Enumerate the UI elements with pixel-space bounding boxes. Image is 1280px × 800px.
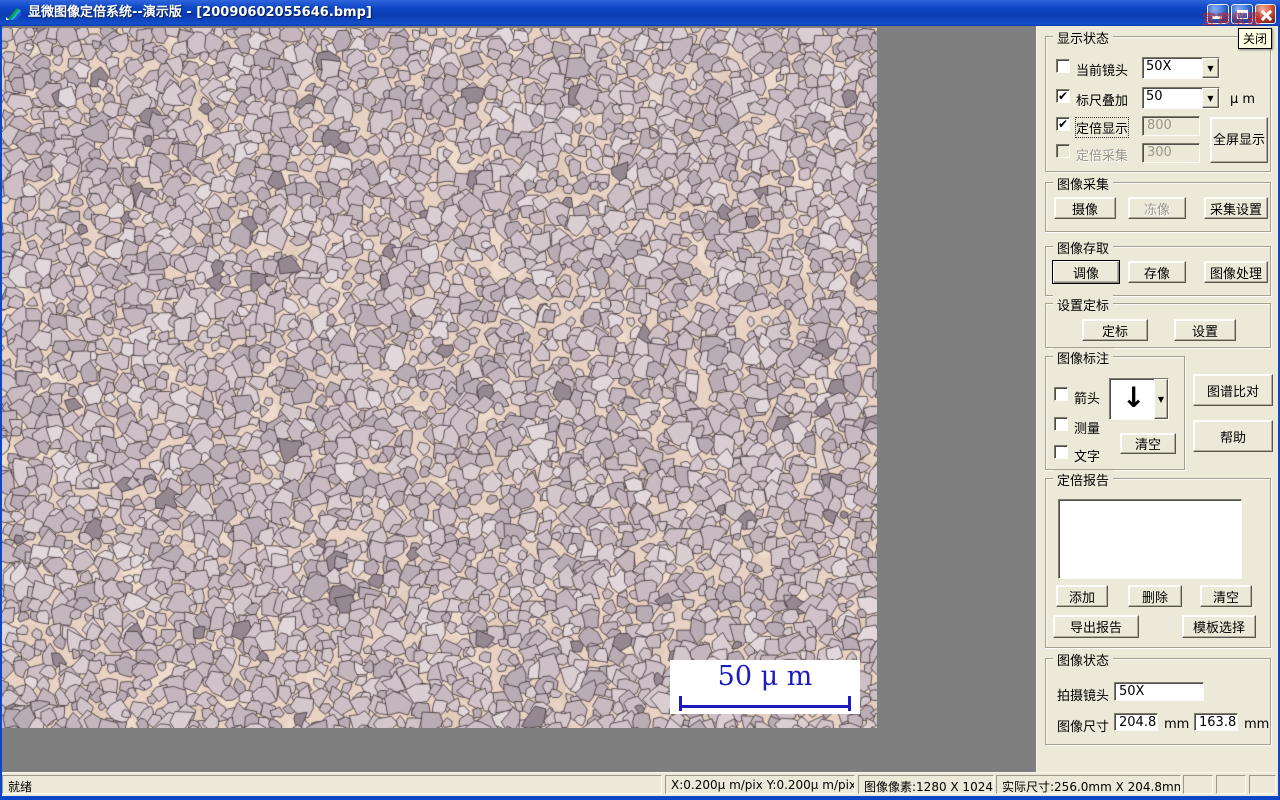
calibration-settings-button[interactable]: 设置 xyxy=(1174,319,1236,341)
status-spare-panel xyxy=(1249,775,1276,794)
group-calibration: 设置定标 定标 设置 xyxy=(1045,295,1271,348)
report-delete-button[interactable]: 删除 xyxy=(1128,585,1182,607)
group-title-image-status: 图像状态 xyxy=(1053,650,1114,669)
app-window: 显微图像定倍系统--演示版 - [20090602055646.bmp] 宜宾仪… xyxy=(0,0,1280,800)
arrow-checkbox[interactable] xyxy=(1054,387,1068,401)
scale-overlay-label: 标尺叠加 xyxy=(1076,94,1129,109)
fixed-display-label: 定倍显示 xyxy=(1074,117,1130,138)
group-image-capture: 图像采集 摄像 冻像 采集设置 xyxy=(1045,174,1271,232)
report-listbox[interactable] xyxy=(1058,499,1242,579)
arrow-label: 箭头 xyxy=(1074,392,1101,407)
capture-button[interactable]: 摄像 xyxy=(1054,197,1116,219)
report-template-button[interactable]: 模板选择 xyxy=(1182,615,1256,638)
report-add-button[interactable]: 添加 xyxy=(1056,585,1108,607)
group-title-display-status: 显示状态 xyxy=(1053,28,1114,47)
title-bar[interactable]: 显微图像定倍系统--演示版 - [20090602055646.bmp] xyxy=(0,0,1280,26)
group-title-image-capture: 图像采集 xyxy=(1053,174,1114,193)
status-spare-panel xyxy=(1183,775,1213,794)
image-height-field: 163.8 xyxy=(1194,713,1238,731)
status-spare-panel xyxy=(1216,775,1246,794)
status-ready: 就绪 xyxy=(2,775,662,794)
capture-settings-button[interactable]: 采集设置 xyxy=(1204,197,1268,219)
report-clear-button[interactable]: 清空 xyxy=(1200,585,1252,607)
current-lens-label: 当前镜头 xyxy=(1076,64,1129,79)
watermark-text: 宜宾仪器 xyxy=(1202,12,1262,28)
close-tooltip: 关闭 xyxy=(1238,28,1273,49)
workspace-background: 50 μ m 显示状态 当前镜头 50X ▼ ✔ 标尺叠加 50 ▼ μ m ✔… xyxy=(2,26,1278,772)
text-label: 文字 xyxy=(1074,450,1101,465)
window-title: 显微图像定倍系统--演示版 - [20090602055646.bmp] xyxy=(28,5,372,20)
capture-lens-label: 拍摄镜头 xyxy=(1057,689,1110,704)
chevron-down-icon[interactable]: ▼ xyxy=(1202,88,1219,108)
group-title-annotation: 图像标注 xyxy=(1053,348,1114,367)
group-image-status: 图像状态 拍摄镜头 50X 图像尺寸 204.8 mm 163.8 mm xyxy=(1045,650,1271,745)
atlas-compare-button[interactable]: 图谱比对 xyxy=(1193,374,1273,406)
fixed-capture-label: 定倍采集 xyxy=(1076,149,1129,164)
scale-unit-label: μ m xyxy=(1230,92,1256,107)
image-width-field: 204.8 xyxy=(1114,713,1158,731)
scale-bar-overlay: 50 μ m xyxy=(670,660,860,714)
report-export-button[interactable]: 导出报告 xyxy=(1053,615,1139,638)
micrograph-image[interactable] xyxy=(2,28,877,728)
arrow-down-icon: ↓ xyxy=(1122,381,1146,414)
fullscreen-button[interactable]: 全屏显示 xyxy=(1210,117,1268,163)
capture-lens-field: 50X xyxy=(1114,682,1204,701)
scale-bar-label: 50 μ m xyxy=(717,661,813,692)
status-bar: 就绪 X:0.200μ m/pix Y:0.200μ m/pix 图像像素:12… xyxy=(2,772,1278,796)
image-process-button[interactable]: 图像处理 xyxy=(1204,261,1268,283)
group-display-status: 显示状态 当前镜头 50X ▼ ✔ 标尺叠加 50 ▼ μ m ✔ 定倍显示 8… xyxy=(1045,28,1271,172)
calibrate-button[interactable]: 定标 xyxy=(1082,319,1148,341)
status-pixel-scale: X:0.200μ m/pix Y:0.200μ m/pix xyxy=(665,775,855,794)
group-image-storage: 图像存取 调像 存像 图像处理 xyxy=(1045,238,1271,296)
group-title-report: 定倍报告 xyxy=(1053,470,1114,489)
freeze-button: 冻像 xyxy=(1128,197,1186,219)
fixed-display-field: 800 xyxy=(1142,116,1200,136)
current-lens-value: 50X xyxy=(1146,59,1172,74)
control-panel: 显示状态 当前镜头 50X ▼ ✔ 标尺叠加 50 ▼ μ m ✔ 定倍显示 8… xyxy=(1036,26,1278,772)
app-icon xyxy=(6,8,22,20)
image-viewport[interactable]: 50 μ m xyxy=(2,28,877,728)
group-annotation: 图像标注 箭头 测量 文字 ↓ ▼ 清空 xyxy=(1045,348,1185,470)
help-button[interactable]: 帮助 xyxy=(1193,420,1273,452)
measure-checkbox[interactable] xyxy=(1054,417,1068,431)
load-image-button[interactable]: 调像 xyxy=(1052,260,1120,284)
height-unit-label: mm xyxy=(1244,717,1270,732)
annotation-clear-button[interactable]: 清空 xyxy=(1120,433,1176,454)
group-title-image-storage: 图像存取 xyxy=(1053,238,1114,257)
width-unit-label: mm xyxy=(1164,717,1190,732)
fixed-capture-field: 300 xyxy=(1142,143,1200,163)
group-report: 定倍报告 添加 删除 清空 导出报告 模板选择 xyxy=(1045,470,1271,648)
text-checkbox[interactable] xyxy=(1054,445,1068,459)
group-title-calibration: 设置定标 xyxy=(1053,295,1114,314)
status-image-pixels: 图像像素:1280 X 1024 xyxy=(858,775,994,794)
image-size-label: 图像尺寸 xyxy=(1057,720,1110,735)
save-image-button[interactable]: 存像 xyxy=(1128,261,1186,283)
chevron-down-icon[interactable]: ▼ xyxy=(1154,379,1168,419)
arrow-style-select[interactable]: ↓ ▼ xyxy=(1109,378,1169,420)
scale-bar-line xyxy=(679,696,851,711)
measure-label: 测量 xyxy=(1074,422,1101,437)
current-lens-checkbox[interactable] xyxy=(1056,59,1070,73)
scale-value-select[interactable]: 50 ▼ xyxy=(1142,87,1220,109)
scale-overlay-checkbox[interactable]: ✔ xyxy=(1056,89,1070,103)
current-lens-select[interactable]: 50X ▼ xyxy=(1142,57,1220,79)
status-actual-size: 实际尺寸:256.0mm X 204.8mm xyxy=(996,775,1181,794)
fixed-display-checkbox[interactable]: ✔ xyxy=(1056,117,1070,131)
fixed-capture-checkbox xyxy=(1056,144,1070,158)
chevron-down-icon[interactable]: ▼ xyxy=(1202,58,1219,78)
scale-value: 50 xyxy=(1146,89,1163,104)
